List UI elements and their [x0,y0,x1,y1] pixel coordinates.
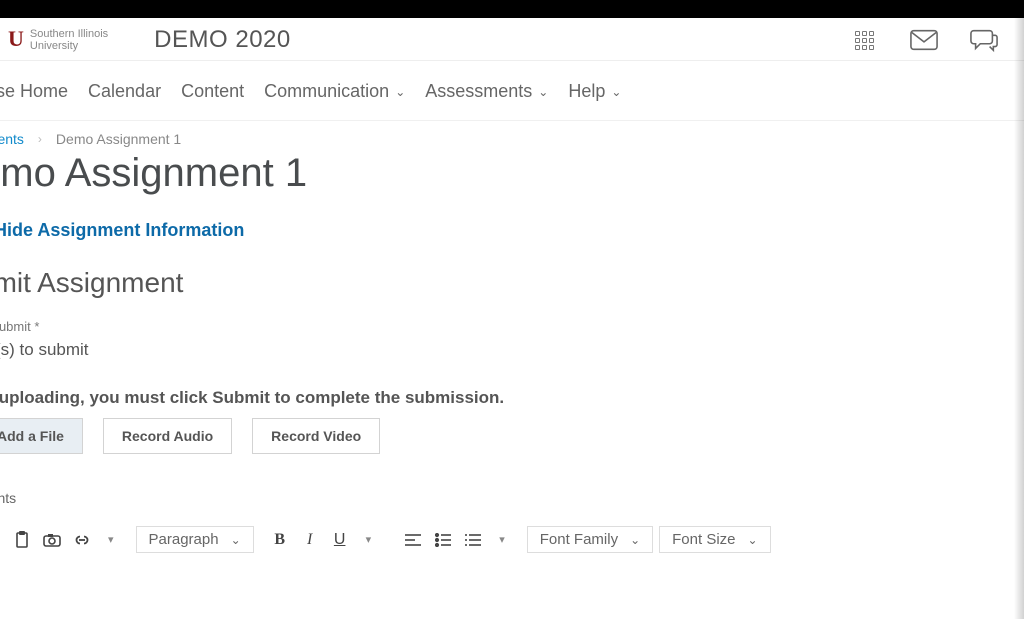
chevron-down-icon: ⌄ [748,533,758,547]
toolbar-group-insert: ▾ [2,530,130,550]
align-left-icon[interactable] [403,530,423,550]
list-dropdown-icon[interactable]: ▾ [493,533,511,546]
clipboard-icon[interactable] [12,530,32,550]
submit-notice: er uploading, you must click Submit to c… [0,388,1024,408]
course-title: DEMO 2020 [154,26,291,54]
font-size-select[interactable]: Font Size ⌄ [659,526,770,553]
insert-dropdown-icon[interactable]: ▾ [102,533,120,546]
top-black-bar [0,0,1024,18]
nav-course-home[interactable]: rse Home [0,81,68,102]
chevron-down-icon: ⌄ [611,85,621,99]
org-name: Southern Illinois University [30,28,108,52]
apps-grid-icon[interactable] [850,28,878,52]
chevron-down-icon: ⌄ [538,85,548,99]
paragraph-format-label: Paragraph [149,531,219,548]
org-line2: University [30,40,108,52]
ordered-list-icon[interactable] [463,530,483,550]
mail-icon[interactable] [910,28,938,52]
nav-content[interactable]: Content [181,81,244,102]
files-to-submit-label: ile(s) to submit [0,340,1024,360]
submit-section-title: bmit Assignment [0,267,1024,299]
breadcrumb-separator-icon: › [38,132,42,146]
header: U Southern Illinois University DEMO 2020 [0,18,1024,61]
toolbar-group-list: ▾ [393,530,521,550]
breadcrumb-current: Demo Assignment 1 [56,131,181,147]
nav-help[interactable]: Help ⌄ [568,81,621,102]
header-icon-row [850,28,998,52]
right-edge-shadow [1014,18,1024,619]
nav-label: rse Home [0,81,68,102]
comments-label: ments [0,490,1024,506]
toolbar-group-format: B I U ▾ [260,530,388,550]
breadcrumb-root[interactable]: nments [0,131,24,147]
chat-icon[interactable] [970,28,998,52]
main-content: nments › Demo Assignment 1 emo Assignmen… [0,121,1024,559]
format-dropdown-icon[interactable]: ▾ [360,533,378,546]
add-a-file-button[interactable]: Add a File [0,418,83,454]
files-to-submit-hint: to submit * [0,319,1024,334]
nav-calendar[interactable]: Calendar [88,81,161,102]
font-family-select[interactable]: Font Family ⌄ [527,526,653,553]
font-family-label: Font Family [540,531,618,548]
breadcrumb: nments › Demo Assignment 1 [0,127,1024,149]
nav-label: Content [181,81,244,102]
hide-assignment-info-link[interactable]: Hide Assignment Information [0,220,1024,241]
course-nav: rse Home Calendar Content Communication ⌄… [0,61,1024,121]
underline-button[interactable]: U [330,530,350,550]
chevron-down-icon: ⌄ [231,533,241,547]
font-size-label: Font Size [672,531,735,548]
nav-label: Calendar [88,81,161,102]
chevron-down-icon: ⌄ [630,533,640,547]
nav-label: Help [568,81,605,102]
logo-u-mark: U [8,28,24,50]
nav-label: Assessments [425,81,532,102]
nav-communication[interactable]: Communication ⌄ [264,81,405,102]
bold-button[interactable]: B [270,530,290,550]
chevron-down-icon: ⌄ [395,85,405,99]
page-title: emo Assignment 1 [0,149,1024,220]
camera-icon[interactable] [42,530,62,550]
italic-button[interactable]: I [300,530,320,550]
org-line1: Southern Illinois [30,28,108,40]
file-action-row: Add a File Record Audio Record Video [0,418,1024,454]
org-logo-block: U Southern Illinois University [8,28,108,52]
nav-assessments[interactable]: Assessments ⌄ [425,81,548,102]
unordered-list-icon[interactable] [433,530,453,550]
nav-label: Communication [264,81,389,102]
editor-toolbar: ▾ Paragraph ⌄ B I U ▾ ▾ Font Family [2,520,1024,559]
paragraph-format-select[interactable]: Paragraph ⌄ [136,526,254,553]
record-audio-button[interactable]: Record Audio [103,418,232,454]
record-video-button[interactable]: Record Video [252,418,380,454]
link-icon[interactable] [72,530,92,550]
